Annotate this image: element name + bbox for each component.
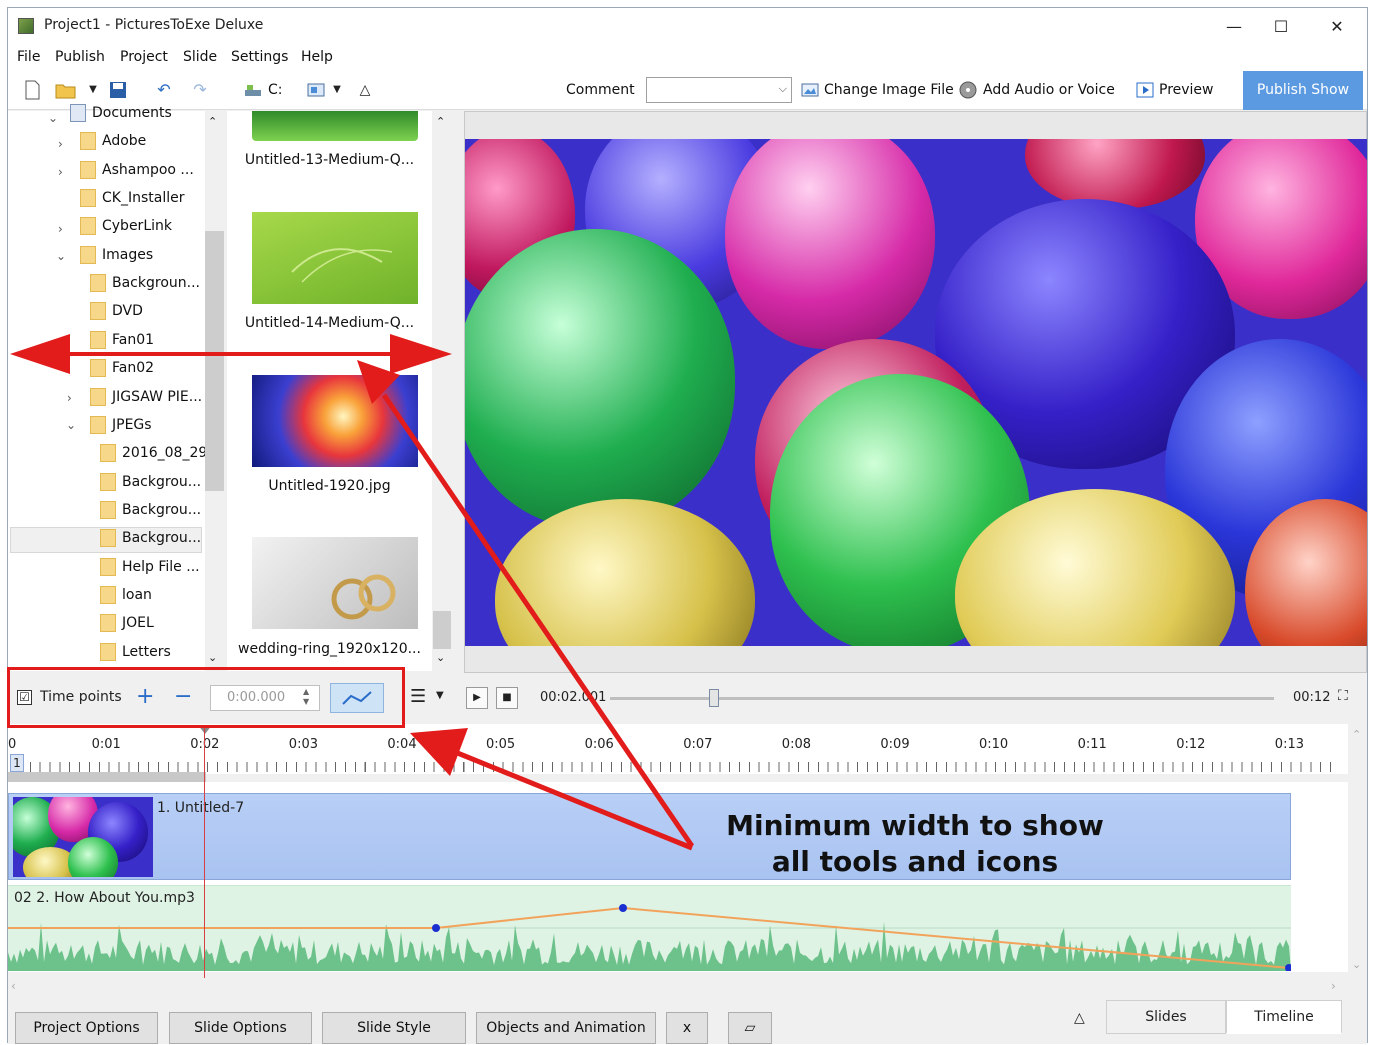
screen-mode-icon: ▱ [744, 1020, 756, 1036]
annotation-text: Minimum width to show all tools and icon… [690, 808, 1140, 880]
collapse-panel-icon[interactable]: △ [1074, 1010, 1085, 1026]
objects-animation-button[interactable]: Objects and Animation [476, 1012, 656, 1044]
annotation-line-2: all tools and icons [771, 845, 1059, 878]
screen-mode-button[interactable]: ▱ [728, 1012, 772, 1044]
slide-style-button[interactable]: Slide Style [322, 1012, 466, 1044]
project-options-button[interactable]: Project Options [15, 1012, 158, 1044]
annotation-line-1: Minimum width to show [726, 809, 1104, 842]
tab-slides[interactable]: Slides [1106, 1000, 1226, 1034]
annotation-arrows [10, 334, 695, 851]
x-button[interactable]: x [666, 1012, 708, 1044]
tab-timeline[interactable]: Timeline [1226, 1000, 1342, 1034]
slide-options-button[interactable]: Slide Options [169, 1012, 312, 1044]
